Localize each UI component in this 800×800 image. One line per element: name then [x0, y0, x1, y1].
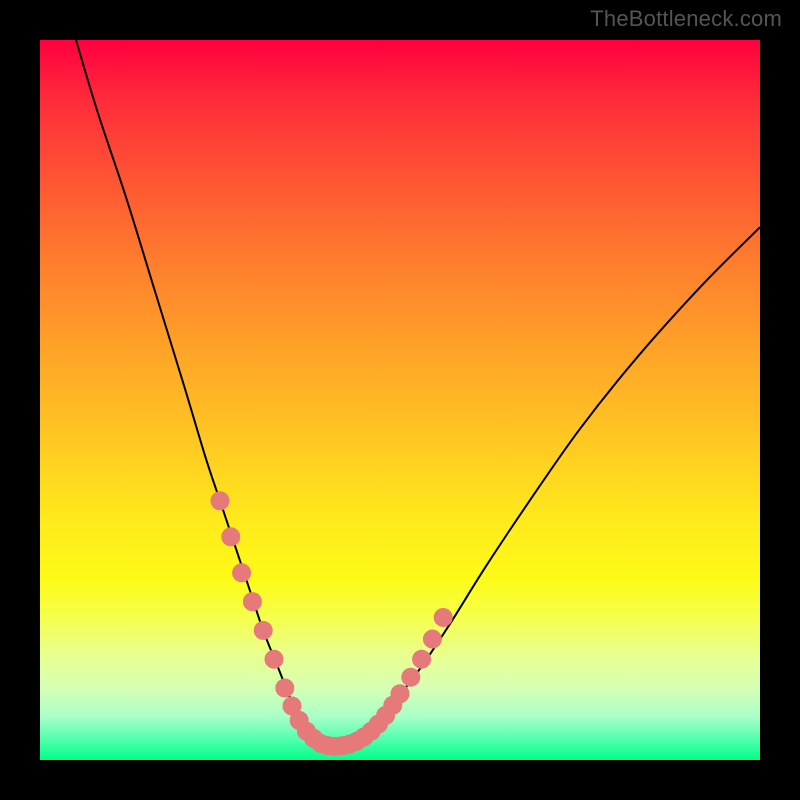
- curve-marker: [222, 528, 240, 546]
- curve-markers: [211, 492, 452, 756]
- curve-marker: [413, 650, 431, 668]
- curve-marker: [402, 668, 420, 686]
- chart-frame: TheBottleneck.com: [0, 0, 800, 800]
- curve-marker: [254, 621, 272, 639]
- curve-marker: [434, 608, 452, 626]
- curve-marker: [211, 492, 229, 510]
- curve-marker: [243, 593, 261, 611]
- curve-marker: [423, 630, 441, 648]
- curve-marker: [391, 685, 409, 703]
- chart-svg: [40, 40, 760, 760]
- curve-marker: [265, 650, 283, 668]
- bottleneck-curve: [76, 40, 760, 747]
- curve-marker: [276, 679, 294, 697]
- curve-marker: [233, 564, 251, 582]
- watermark-text: TheBottleneck.com: [590, 6, 782, 32]
- plot-area: [40, 40, 760, 760]
